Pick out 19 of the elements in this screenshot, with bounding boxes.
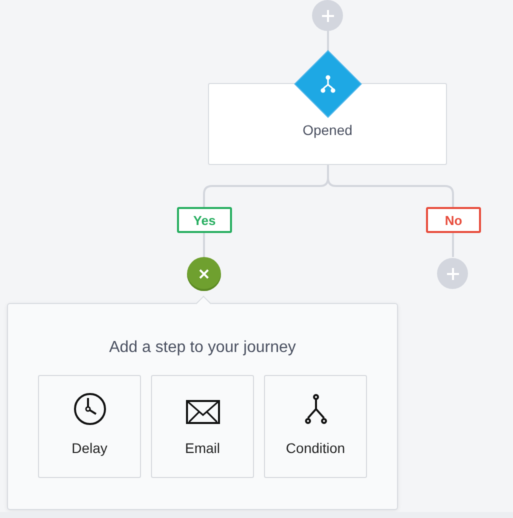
envelope-icon bbox=[186, 400, 220, 426]
connector-line bbox=[203, 232, 205, 257]
add-step-button[interactable] bbox=[437, 258, 468, 289]
popup-title: Add a step to your journey bbox=[109, 339, 296, 357]
connector-line bbox=[452, 232, 454, 257]
split-icon bbox=[304, 394, 328, 426]
close-icon bbox=[199, 269, 209, 279]
step-option[interactable]: Email bbox=[151, 375, 254, 478]
add-step-button[interactable] bbox=[312, 0, 343, 31]
step-option[interactable]: Condition bbox=[264, 375, 367, 478]
condition-label: Opened bbox=[302, 122, 352, 138]
condition-card[interactable]: Opened bbox=[208, 51, 447, 165]
branch-label: Yes bbox=[177, 207, 232, 233]
plus-icon bbox=[446, 268, 458, 280]
clock-icon bbox=[72, 392, 106, 426]
remove-step-button[interactable] bbox=[187, 257, 221, 291]
branch-label: No bbox=[426, 207, 481, 233]
plus-icon bbox=[322, 10, 334, 22]
step-option[interactable]: Delay bbox=[38, 375, 141, 478]
